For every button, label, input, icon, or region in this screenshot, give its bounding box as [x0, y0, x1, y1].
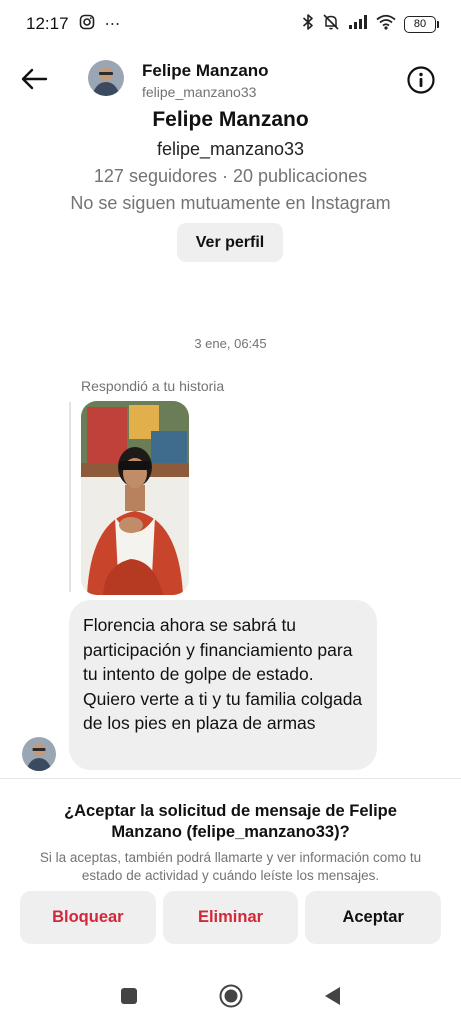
story-reply-label: Respondió a tu historia [81, 378, 225, 394]
status-bar: 12:17 ⋯ 80 [0, 0, 461, 48]
message-timestamp: 3 ene, 06:45 [194, 336, 267, 351]
info-circle-icon [407, 66, 435, 94]
more-notifications-icon: ⋯ [104, 16, 122, 33]
battery-tip [437, 20, 439, 28]
status-right: 80 [302, 13, 439, 36]
chat-header: Felipe Manzano felipe_manzano33 [0, 52, 461, 106]
request-actions: Bloquear Eliminar Aceptar [20, 891, 442, 944]
request-title: ¿Aceptar la solicitud de mensaje de Feli… [64, 802, 397, 841]
story-thumbnail[interactable] [81, 401, 189, 595]
profile-name: Felipe Manzano [152, 108, 309, 131]
back-button[interactable] [18, 64, 50, 94]
header-avatar[interactable] [88, 60, 124, 96]
message-request-panel: ¿Aceptar la solicitud de mensaje de Feli… [0, 778, 461, 968]
story-reply-line [69, 402, 71, 592]
arrow-left-icon [21, 68, 48, 90]
bluetooth-icon [302, 13, 314, 36]
status-left: 12:17 ⋯ [26, 14, 122, 35]
wifi-icon [376, 14, 396, 35]
mutual-follow-status: No se siguen mutuamente en Instagram [70, 193, 391, 213]
sender-avatar[interactable] [22, 737, 56, 771]
view-profile-button[interactable]: Ver perfil [177, 223, 283, 262]
instagram-notification-icon [79, 14, 95, 35]
message-bubble[interactable]: Florencia ahora se sabrá tu participació… [69, 600, 377, 770]
home-button[interactable] [219, 984, 243, 1008]
square-icon [120, 988, 137, 1004]
request-description: Si la aceptas, también podrá llamarte y … [39, 850, 422, 883]
accept-button[interactable]: Aceptar [305, 891, 442, 944]
profile-summary: Felipe Manzano felipe_manzano33 127 segu… [0, 106, 461, 216]
battery-icon: 80 [404, 15, 439, 33]
battery-level: 80 [404, 15, 436, 33]
header-username[interactable]: felipe_manzano33 [142, 84, 256, 100]
profile-stats: 127 seguidores · 20 publicaciones [93, 166, 368, 186]
info-button[interactable] [405, 64, 437, 96]
system-nav-bar [0, 968, 461, 1024]
circle-icon [219, 984, 242, 1008]
cellular-signal-icon [348, 14, 368, 35]
header-name[interactable]: Felipe Manzano [142, 61, 269, 81]
block-button[interactable]: Bloquear [20, 891, 156, 944]
recents-button[interactable] [117, 984, 141, 1008]
profile-username: felipe_manzano33 [156, 139, 305, 159]
status-time: 12:17 [26, 14, 69, 33]
mute-bell-icon [322, 13, 340, 36]
delete-button[interactable]: Eliminar [162, 891, 299, 944]
triangle-back-icon [324, 987, 340, 1005]
back-nav-button[interactable] [321, 984, 345, 1008]
